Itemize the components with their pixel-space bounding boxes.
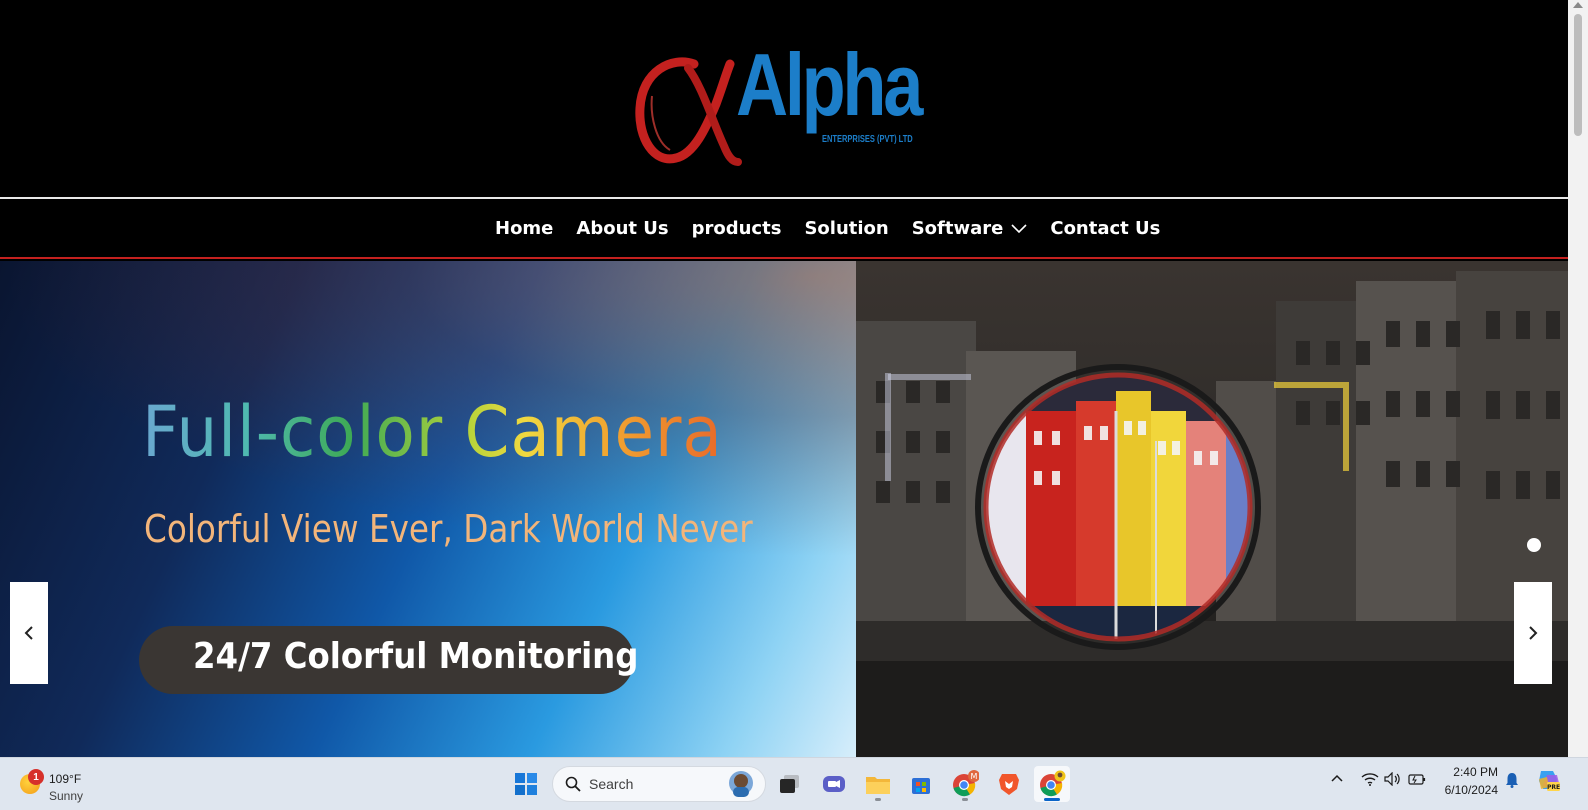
hero-badge: 24/7 Colorful Monitoring [139, 626, 638, 694]
weather-condition: Sunny [49, 789, 84, 803]
clock-date: 6/10/2024 [1444, 783, 1498, 797]
chrome-profile-icon [1040, 770, 1066, 797]
hero-title: Full-color Camera [142, 391, 723, 473]
nav-item-about-us[interactable]: About Us [576, 218, 668, 239]
wifi-icon[interactable] [1361, 772, 1379, 786]
microsoft-store-icon [912, 778, 930, 794]
task-view-icon [780, 775, 799, 793]
slider-indicator-dot[interactable] [1527, 538, 1541, 552]
file-explorer-button[interactable] [860, 766, 896, 802]
nav-item-products[interactable]: products [692, 218, 782, 239]
chrome-button[interactable]: M [947, 766, 983, 802]
site-header: Alpha ENTERPRISES (PVT) LTD [0, 0, 1568, 198]
nav-item-solution[interactable]: Solution [804, 218, 888, 239]
file-explorer-icon [866, 777, 890, 794]
notification-bell-icon[interactable] [1505, 772, 1519, 788]
browser-page: { "brand": { "name": "Alpha", "subtitle"… [0, 0, 1588, 810]
search-placeholder: Search [589, 776, 634, 792]
microsoft-store-button[interactable] [903, 766, 939, 802]
clock-time: 2:40 PM [1453, 765, 1498, 779]
notification-badge: 1 [28, 769, 44, 785]
battery-icon[interactable] [1408, 773, 1426, 785]
taskbar-search[interactable]: Search [552, 766, 766, 802]
running-indicator [875, 798, 881, 801]
slider-prev-button[interactable] [10, 582, 48, 684]
weather-temperature: 109°F [49, 772, 82, 786]
meet-app-button[interactable] [816, 766, 852, 802]
hero-slider: Full-color Camera Colorful View Ever, Da… [0, 261, 1568, 757]
chevron-down-icon [1011, 223, 1027, 233]
chrome-icon: M [953, 770, 979, 797]
brave-icon [999, 774, 1019, 795]
logo-wordmark: Alpha [736, 35, 923, 134]
scroll-up-arrow-icon[interactable] [1573, 2, 1583, 8]
active-indicator [1044, 798, 1060, 801]
copilot-icon[interactable]: PRE [1535, 767, 1561, 793]
chevron-right-icon [1529, 626, 1538, 640]
scrollbar-thumb[interactable] [1574, 14, 1582, 136]
search-highlight-icon [729, 771, 753, 797]
site-logo[interactable]: Alpha ENTERPRISES (PVT) LTD [632, 35, 932, 168]
svg-text:PRE: PRE [1547, 784, 1560, 791]
city-harbor-image [856, 271, 1568, 757]
svg-text:M: M [971, 772, 978, 781]
chevron-up-icon[interactable] [1331, 774, 1343, 782]
alpha-symbol-icon [635, 57, 742, 166]
search-icon [565, 776, 581, 792]
hero-banner-image [856, 261, 1568, 757]
slider-next-button[interactable] [1514, 582, 1552, 684]
windows-start-icon [515, 773, 537, 795]
hero-subtitle: Colorful View Ever, Dark World Never [144, 507, 753, 551]
windows-taskbar: 1 109°F Sunny Search M 2:40 PM 6/10/2024… [0, 757, 1588, 810]
logo-subtitle: ENTERPRISES (PVT) LTD [822, 134, 913, 145]
nav-item-software[interactable]: Software [912, 218, 1028, 239]
page-scrollbar[interactable] [1568, 0, 1588, 757]
nav-item-home[interactable]: Home [495, 218, 553, 239]
nav-item-contact-us[interactable]: Contact Us [1050, 218, 1160, 239]
brave-button[interactable] [991, 766, 1027, 802]
main-nav: Home About Us products Solution Software… [0, 199, 1568, 259]
chevron-left-icon [24, 626, 33, 640]
system-clock[interactable]: 2:40 PM 6/10/2024 [1436, 765, 1498, 797]
volume-icon[interactable] [1384, 772, 1402, 786]
nav-menu: Home About Us products Solution Software… [495, 218, 1160, 239]
start-button[interactable] [508, 766, 544, 802]
nav-item-software-label: Software [911, 218, 1004, 239]
running-indicator [962, 798, 968, 801]
weather-widget[interactable]: 1 109°F Sunny [18, 765, 128, 805]
meet-icon [823, 776, 845, 792]
task-view-button[interactable] [772, 766, 808, 802]
chrome-profile-button[interactable] [1034, 766, 1070, 802]
hero-badge-text: 24/7 Colorful Monitoring [193, 636, 639, 677]
